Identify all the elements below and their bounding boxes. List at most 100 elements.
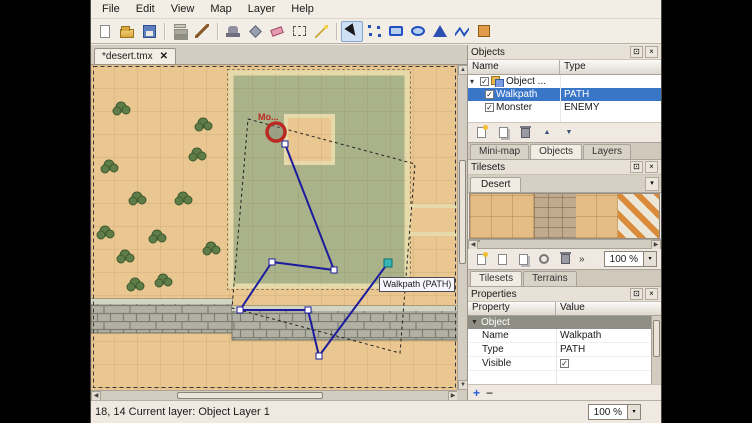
map-zoom-combo[interactable]: 100 % ▾ (588, 404, 641, 420)
edit-polygons-button[interactable] (363, 21, 385, 42)
monster-ellipse[interactable] (267, 123, 285, 141)
tab-minimap[interactable]: Mini-map (470, 144, 529, 159)
tileset-tab-desert[interactable]: Desert (470, 177, 521, 192)
menu-layer[interactable]: Layer (240, 1, 284, 17)
document-tab[interactable]: *desert.tmx ✕ (94, 48, 176, 64)
properties-table: ▼ Object Name Walkpath Type PATH Visible… (468, 316, 661, 384)
export-tileset-button[interactable] (514, 251, 532, 267)
tab-terrains[interactable]: Terrains (523, 271, 577, 286)
expander-icon[interactable]: ▾ (470, 78, 478, 86)
monster-row[interactable]: ✓ Monster ENEMY (468, 101, 661, 114)
new-button[interactable] (94, 21, 116, 42)
map-canvas[interactable]: Mo... Walkpath (PATH) (91, 65, 458, 390)
objects-panel-title: Objects ⊡ × (468, 45, 661, 60)
layer-stack-icon (174, 24, 186, 28)
insert-ellipse-button[interactable] (407, 21, 429, 42)
path-node[interactable] (237, 307, 243, 313)
add-object-button[interactable] (472, 125, 490, 141)
column-type[interactable]: Type (560, 60, 661, 74)
property-row-visible[interactable]: Visible ✓ (468, 357, 661, 371)
scroll-down-icon[interactable]: ▼ (458, 380, 468, 390)
insert-polygon-button[interactable] (429, 21, 451, 42)
tilesets-float-icon[interactable]: ⊡ (630, 161, 643, 173)
brush-button[interactable] (191, 21, 213, 42)
walkpath-row[interactable]: ✓ Walkpath PATH (468, 88, 661, 101)
tab-objects[interactable]: Objects (530, 144, 582, 159)
duplicate-object-button[interactable] (494, 125, 512, 141)
menu-map[interactable]: Map (202, 1, 239, 17)
property-row-type[interactable]: Type PATH (468, 343, 661, 357)
tab-close-icon[interactable]: ✕ (160, 52, 168, 62)
map-horizontal-scrollbar[interactable]: ◀ ▶ (91, 390, 458, 400)
select-objects-button[interactable] (341, 21, 363, 42)
properties-float-icon[interactable]: ⊡ (630, 288, 643, 300)
property-group-row[interactable]: ▼ Object (468, 316, 661, 329)
path-node[interactable] (316, 353, 322, 359)
objects-close-icon[interactable]: × (645, 46, 658, 58)
properties-scrollbar[interactable] (651, 316, 661, 384)
magic-wand-button[interactable] (310, 21, 332, 42)
save-button[interactable] (138, 21, 160, 42)
selected-path-node[interactable] (384, 259, 392, 267)
objects-float-icon[interactable]: ⊡ (630, 46, 643, 58)
open-button[interactable] (116, 21, 138, 42)
tileset-scrollbar[interactable]: ◀ ▶ (468, 239, 661, 249)
properties-close-icon[interactable]: × (645, 288, 658, 300)
tileset-list-dropdown-icon[interactable]: ▾ (645, 177, 659, 191)
eraser-button[interactable] (266, 21, 288, 42)
toolbar-overflow-icon[interactable]: » (577, 254, 587, 265)
hscroll-thumb[interactable] (177, 392, 323, 399)
rect-select-button[interactable] (288, 21, 310, 42)
path-node[interactable] (305, 307, 311, 313)
menu-view[interactable]: View (163, 1, 203, 17)
property-row-name[interactable]: Name Walkpath (468, 329, 661, 343)
remove-property-button[interactable]: − (486, 387, 493, 399)
menu-file[interactable]: File (94, 1, 128, 17)
visible-checkbox[interactable]: ✓ (560, 359, 569, 368)
duplicate-object-icon (499, 127, 508, 138)
tileset-zoom-combo[interactable]: 100 % ▾ (604, 251, 657, 267)
tileset-scroll-thumb[interactable] (478, 240, 480, 242)
raise-object-button[interactable]: ▲ (538, 125, 556, 141)
remove-object-button[interactable] (516, 125, 534, 141)
object-layer-row[interactable]: ▾ ✓ Object ... (468, 75, 661, 88)
path-node[interactable] (269, 259, 275, 265)
menu-edit[interactable]: Edit (128, 1, 163, 17)
new-tileset-button[interactable] (472, 251, 490, 267)
column-value[interactable]: Value (556, 302, 661, 315)
fill-button[interactable] (244, 21, 266, 42)
column-property[interactable]: Property (468, 302, 556, 315)
remove-tileset-button[interactable] (556, 251, 574, 267)
tab-tilesets[interactable]: Tilesets (470, 271, 522, 286)
map-zoom-dropdown-icon[interactable]: ▾ (627, 405, 640, 419)
stamp-button[interactable] (222, 21, 244, 42)
layer-visible-checkbox[interactable]: ✓ (480, 77, 489, 86)
map-vertical-scrollbar[interactable]: ▲ ▼ (457, 65, 467, 390)
tilesets-close-icon[interactable]: × (645, 161, 658, 173)
column-name[interactable]: Name (468, 60, 560, 74)
insert-polyline-button[interactable] (451, 21, 473, 42)
path-node[interactable] (331, 267, 337, 273)
properties-scroll-thumb[interactable] (653, 320, 660, 357)
import-tileset-button[interactable] (493, 251, 511, 267)
tab-layers[interactable]: Layers (583, 144, 631, 159)
scroll-up-icon[interactable]: ▲ (458, 65, 468, 75)
tileset-preview[interactable] (469, 193, 660, 239)
tileset-zoom-dropdown-icon[interactable]: ▾ (643, 252, 656, 266)
insert-tile-button[interactable] (473, 21, 495, 42)
path-node[interactable] (282, 141, 288, 147)
properties-panel-title: Properties ⊡ × (468, 287, 661, 302)
insert-rectangle-button[interactable] (385, 21, 407, 42)
lower-object-button[interactable]: ▼ (560, 125, 578, 141)
layer-stack-button[interactable] (169, 21, 191, 42)
group-expander-icon[interactable]: ▼ (471, 319, 478, 326)
walkpath-visible-checkbox[interactable]: ✓ (485, 90, 494, 99)
tileset-properties-button[interactable] (535, 251, 553, 267)
menu-help[interactable]: Help (283, 1, 322, 17)
vscroll-thumb[interactable] (459, 160, 466, 264)
tileset-sand-tiles (618, 194, 660, 238)
monster-visible-checkbox[interactable]: ✓ (485, 103, 494, 112)
add-property-button[interactable]: + (473, 387, 480, 399)
add-object-icon (477, 127, 486, 138)
status-position-and-layer: 18, 14 Current layer: Object Layer 1 (95, 406, 270, 418)
